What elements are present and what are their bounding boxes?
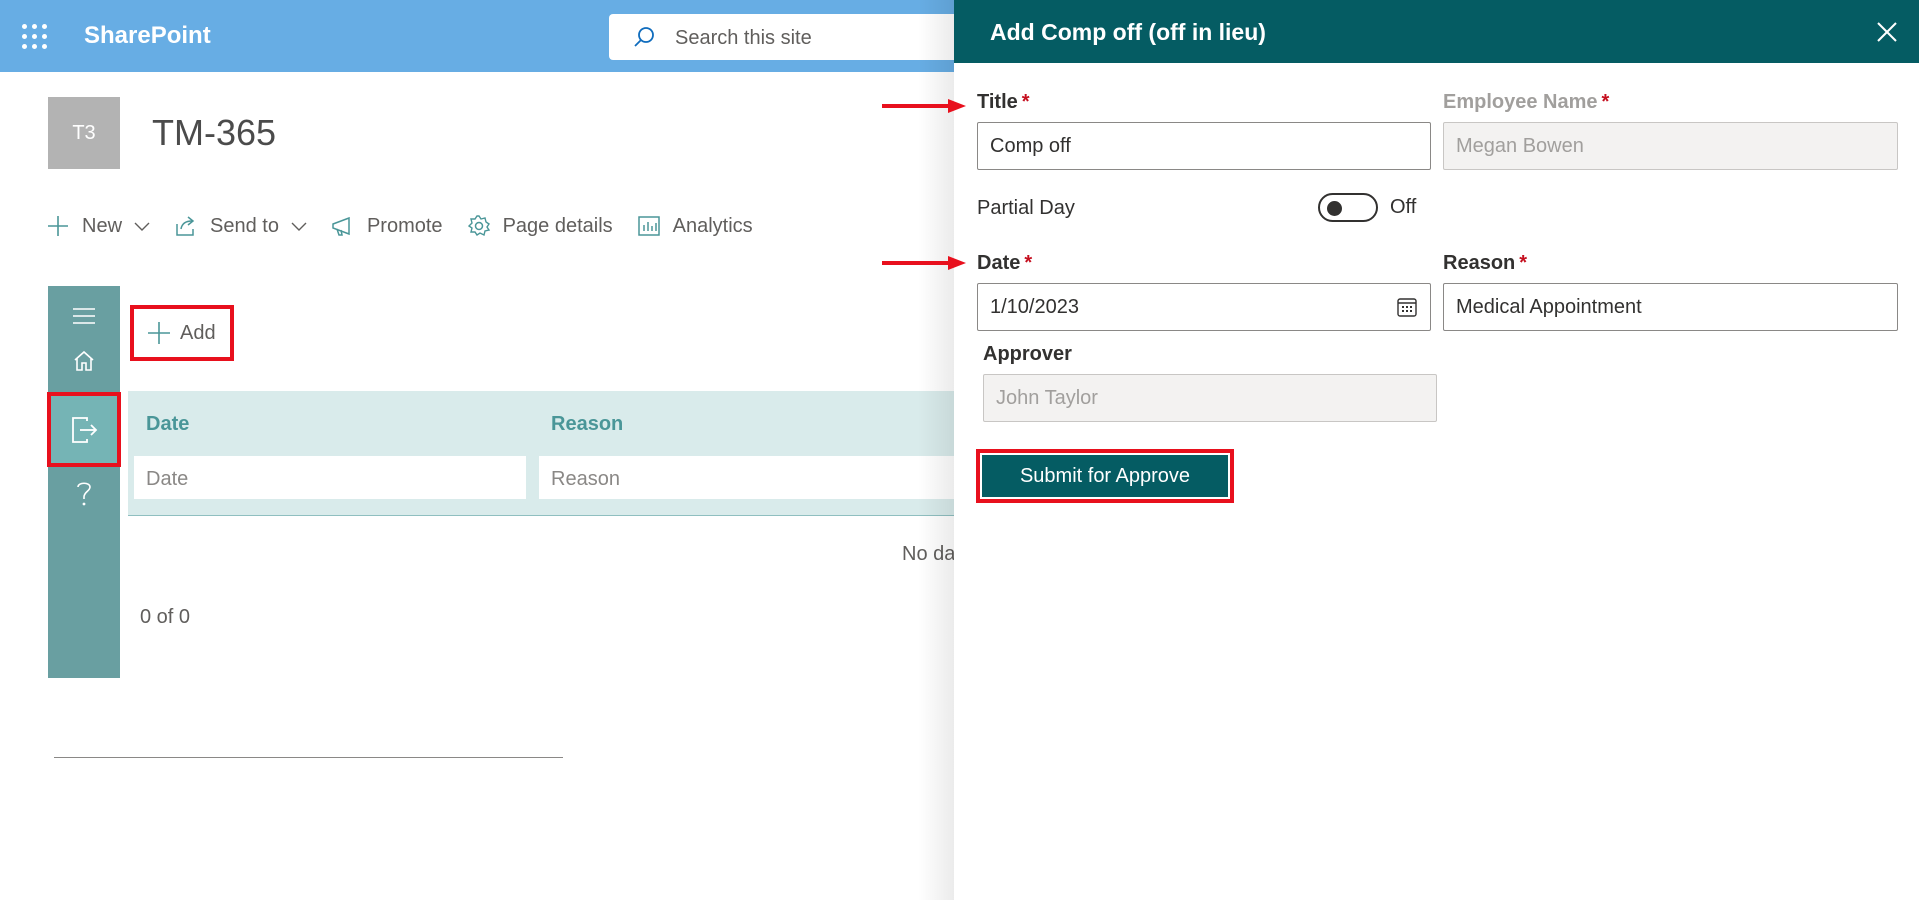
partial-day-label: Partial Day	[977, 197, 1075, 219]
column-header-reason[interactable]: Reason	[551, 413, 623, 436]
share-icon	[176, 216, 195, 236]
required-mark: *	[1601, 91, 1610, 113]
nav-help[interactable]	[48, 463, 120, 523]
new-label: New	[82, 214, 123, 237]
submit-highlight: Submit for Approve	[976, 449, 1234, 503]
plus-icon	[48, 216, 68, 236]
nav-home[interactable]	[48, 331, 120, 391]
app-launcher-icon[interactable]	[22, 24, 48, 50]
megaphone-icon	[332, 216, 350, 236]
command-bar: New Send to Promote Page details Analyti…	[46, 210, 777, 242]
date-picker[interactable]: 1/10/2023	[977, 283, 1431, 331]
annotation-arrow	[882, 256, 966, 270]
date-filter-input[interactable]: Date	[133, 455, 527, 500]
new-button[interactable]: New	[46, 214, 150, 238]
send-to-label: Send to	[210, 214, 279, 237]
home-icon	[74, 350, 94, 371]
reason-filter-input[interactable]: Reason	[538, 455, 958, 500]
search-icon	[634, 27, 654, 47]
partial-day-toggle[interactable]	[1318, 193, 1378, 222]
page-details-label: Page details	[502, 214, 613, 237]
add-comp-off-panel: Add Comp off (off in lieu) Title * Comp o…	[954, 0, 1919, 900]
title-field[interactable]: Comp off	[977, 122, 1431, 170]
plus-icon	[148, 322, 170, 344]
date-label: Date *	[977, 252, 1033, 274]
analytics-button[interactable]: Analytics	[637, 214, 753, 238]
help-icon	[77, 482, 91, 506]
nav-comp-off[interactable]	[47, 392, 121, 467]
column-header-date[interactable]: Date	[146, 413, 189, 436]
panel-header: Add Comp off (off in lieu)	[954, 0, 1919, 63]
add-label: Add	[180, 321, 216, 344]
chevron-down-icon	[291, 222, 307, 231]
app-left-nav	[47, 286, 121, 678]
employee-name-field: Megan Bowen	[1443, 122, 1898, 170]
page-details-button[interactable]: Page details	[467, 214, 613, 238]
site-title[interactable]: TM-365	[152, 112, 276, 154]
site-logo[interactable]: T3	[48, 97, 120, 169]
title-label: Title *	[977, 91, 1030, 113]
pager-count: 0 of 0	[140, 606, 191, 628]
divider	[54, 757, 563, 758]
toggle-knob	[1327, 201, 1342, 216]
close-icon[interactable]	[1873, 18, 1901, 46]
reason-field[interactable]: Medical Appointment	[1443, 283, 1898, 331]
required-mark: *	[1024, 252, 1033, 274]
chevron-down-icon	[134, 222, 150, 231]
date-value: 1/10/2023	[990, 296, 1079, 318]
hamburger-icon	[73, 308, 95, 324]
employee-name-label: Employee Name *	[1443, 91, 1610, 113]
annotation-arrow	[882, 99, 966, 113]
add-button[interactable]: Add	[130, 305, 234, 361]
send-to-button[interactable]: Send to	[174, 214, 307, 238]
analytics-label: Analytics	[672, 214, 753, 237]
list-header: Date Reason Date Reason	[128, 391, 958, 516]
required-mark: *	[1021, 91, 1030, 113]
calendar-icon[interactable]	[1396, 296, 1418, 318]
panel-title: Add Comp off (off in lieu)	[990, 19, 1266, 45]
analytics-icon	[637, 216, 660, 236]
reason-label: Reason *	[1443, 252, 1528, 274]
gear-icon	[467, 215, 490, 237]
submit-for-approve-button[interactable]: Submit for Approve	[980, 453, 1230, 499]
approver-field: John Taylor	[983, 374, 1437, 422]
sign-out-icon	[72, 416, 98, 443]
promote-label: Promote	[366, 214, 443, 237]
panel-shadow	[918, 0, 954, 900]
search-input[interactable]: Search this site	[675, 27, 812, 50]
promote-button[interactable]: Promote	[331, 214, 443, 238]
partial-day-state: Off	[1390, 196, 1417, 218]
brand-name[interactable]: SharePoint	[84, 22, 211, 50]
approver-label: Approver	[983, 343, 1072, 365]
required-mark: *	[1519, 252, 1528, 274]
